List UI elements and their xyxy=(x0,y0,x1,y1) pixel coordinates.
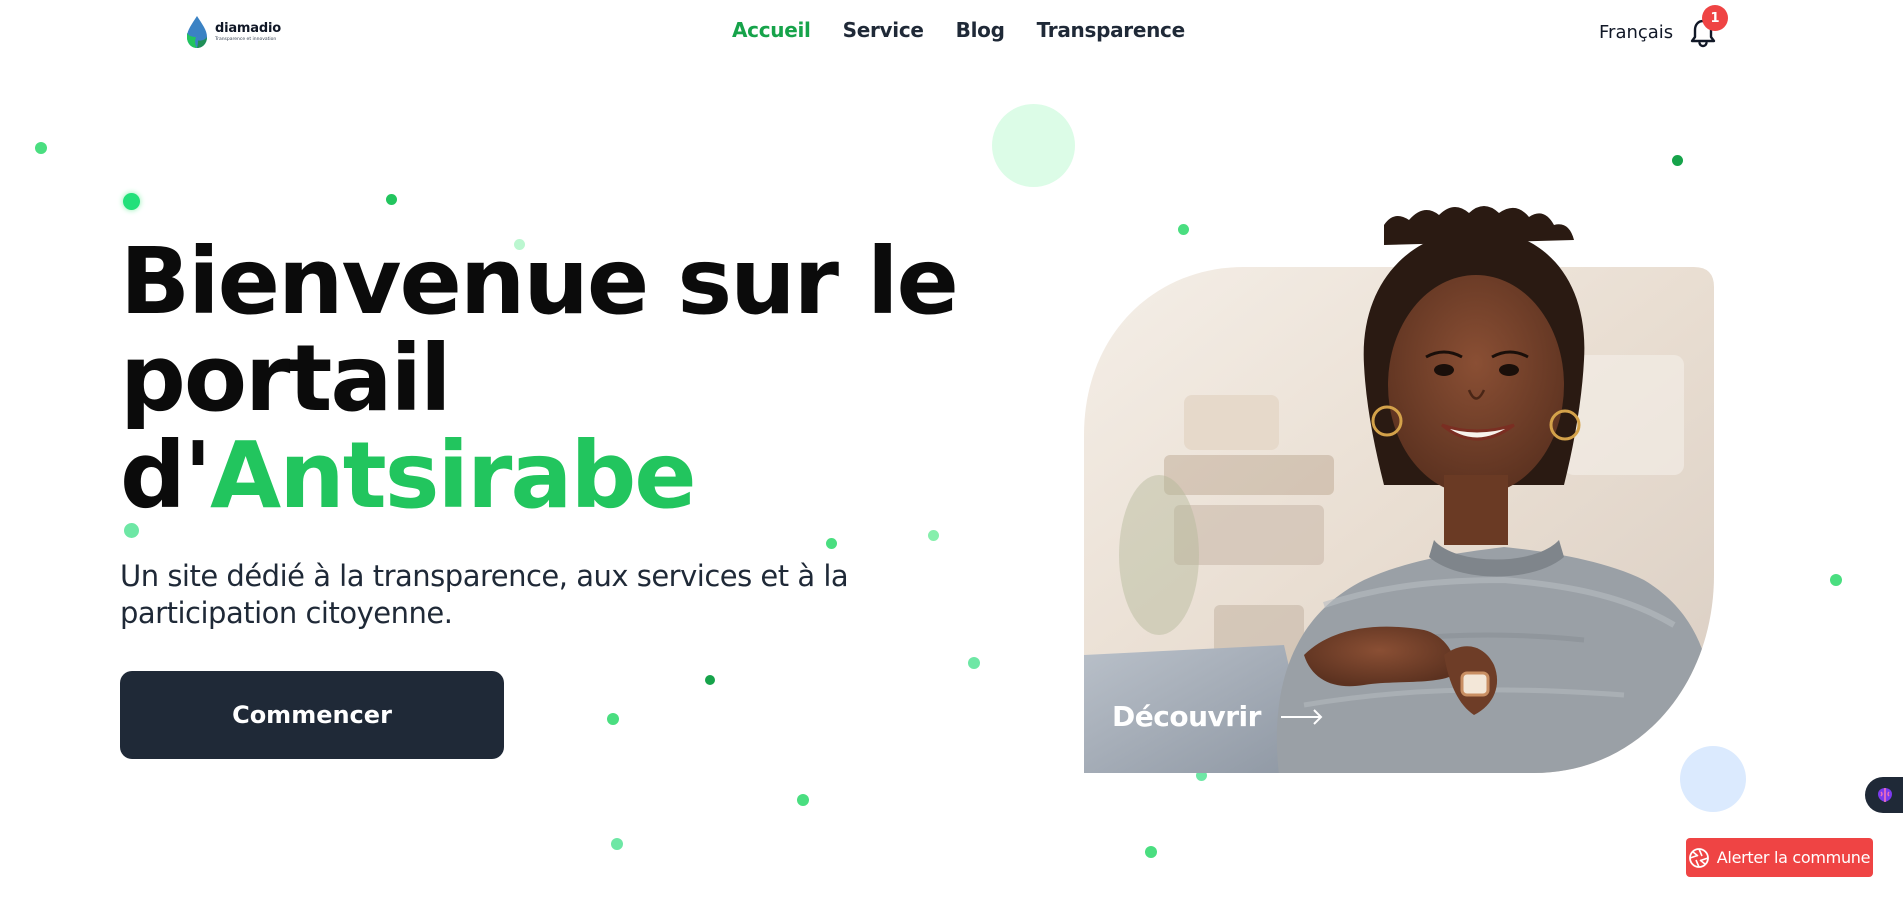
decor-dot xyxy=(1830,574,1842,586)
alert-commune-button[interactable]: Alerter la commune xyxy=(1686,838,1873,877)
aperture-icon xyxy=(1688,847,1709,868)
decor-dot xyxy=(611,838,623,850)
hero-subtitle: Un site dédié à la transparence, aux ser… xyxy=(120,559,849,630)
hero-title-prefix: d' xyxy=(120,422,212,529)
decor-dot xyxy=(607,713,619,725)
brain-icon xyxy=(1878,788,1892,802)
alert-commune-label: Alerter la commune xyxy=(1716,848,1871,867)
decor-dot xyxy=(1145,846,1157,858)
logo[interactable]: diamadio Transparence et innovation xyxy=(183,15,281,49)
decor-dot xyxy=(797,794,809,806)
brand-tagline: Transparence et innovation xyxy=(215,36,277,42)
brand-name: diamadio xyxy=(215,20,281,36)
hero-photo xyxy=(1084,206,1714,773)
discover-link[interactable]: Découvrir xyxy=(1112,700,1323,733)
nav-link-blog[interactable]: Blog xyxy=(956,18,1005,42)
decor-dot xyxy=(35,142,47,154)
start-button[interactable]: Commencer xyxy=(120,671,504,759)
arrow-right-icon xyxy=(1280,708,1323,725)
nav-link-transparence[interactable]: Transparence xyxy=(1037,18,1186,42)
decor-dot xyxy=(1672,155,1683,166)
decor-dot xyxy=(705,675,715,685)
water-drop-icon xyxy=(187,16,207,48)
discover-label: Découvrir xyxy=(1112,700,1261,733)
decor-bubble xyxy=(992,104,1075,187)
decor-dot xyxy=(123,193,140,210)
nav-link-service[interactable]: Service xyxy=(843,18,924,42)
decor-dot xyxy=(928,530,939,541)
decor-dot xyxy=(386,194,397,205)
decor-dot xyxy=(968,657,980,669)
site-header: diamadio Transparence et innovation Accu… xyxy=(0,0,1903,66)
notification-badge: 1 xyxy=(1702,5,1728,31)
hero-title-line-2: portail xyxy=(120,325,452,432)
hero-title-line-1: Bienvenue sur le xyxy=(120,228,959,335)
hero-title: Bienvenue sur le portail d'Antsirabe xyxy=(120,233,980,524)
language-selector[interactable]: Français xyxy=(1599,22,1673,43)
hero-title-highlight: Antsirabe xyxy=(210,422,697,529)
side-widget-button[interactable] xyxy=(1865,777,1903,813)
nav-link-accueil[interactable]: Accueil xyxy=(732,18,811,42)
decor-dot xyxy=(826,538,837,549)
main-nav: Accueil Service Blog Transparence xyxy=(732,18,1185,42)
